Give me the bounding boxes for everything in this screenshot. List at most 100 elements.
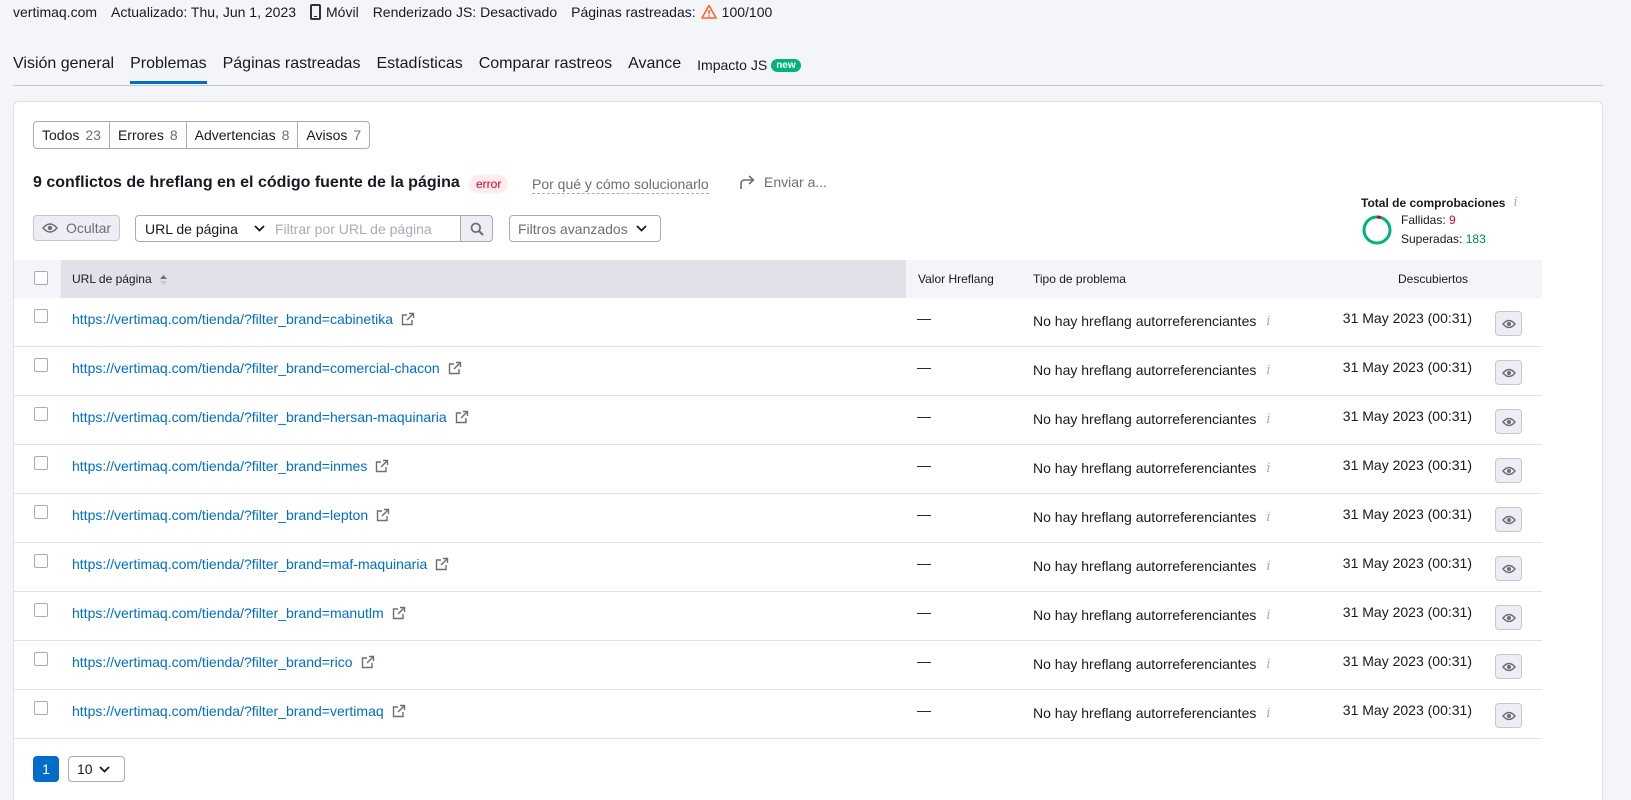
hide-label: Ocultar — [65, 220, 112, 236]
problem-type: No hay hreflang autorreferenciantes i — [1033, 411, 1271, 427]
segment-count: 7 — [353, 127, 362, 143]
hreflang-value: — — [917, 408, 931, 424]
crawled-pages-label: Páginas rastreadas: — [571, 4, 696, 20]
per-page-select[interactable]: 10 — [68, 756, 125, 782]
view-details-button[interactable] — [1495, 507, 1522, 532]
external-link-icon[interactable] — [376, 508, 390, 522]
hreflang-value: — — [917, 359, 931, 375]
discovered-date: 31 May 2023 (00:31) — [1342, 408, 1472, 424]
hreflang-value: — — [917, 653, 931, 669]
row-checkbox[interactable] — [34, 701, 48, 715]
url-filter-input[interactable] — [267, 215, 461, 242]
advanced-filters-label: Filtros avanzados — [518, 220, 628, 237]
view-details-button[interactable] — [1495, 360, 1522, 385]
view-details-button[interactable] — [1495, 556, 1522, 581]
hreflang-value: — — [917, 702, 931, 718]
view-details-button[interactable] — [1495, 654, 1522, 679]
view-details-button[interactable] — [1495, 703, 1522, 728]
column-discovered[interactable]: Descubiertos — [1398, 272, 1468, 286]
search-button[interactable] — [460, 215, 493, 242]
external-link-icon[interactable] — [455, 410, 469, 424]
table-row: https://vertimaq.com/tienda/?filter_bran… — [14, 543, 1542, 592]
page-url-link[interactable]: https://vertimaq.com/tienda/?filter_bran… — [72, 360, 440, 376]
url-cell: https://vertimaq.com/tienda/?filter_bran… — [72, 458, 389, 474]
view-details-button[interactable] — [1495, 409, 1522, 434]
external-link-icon[interactable] — [361, 655, 375, 669]
url-select-label: URL de página — [145, 220, 238, 237]
segment-errors[interactable]: Errores 8 — [110, 122, 187, 148]
segment-notices[interactable]: Avisos 7 — [298, 122, 369, 148]
external-link-icon[interactable] — [401, 312, 415, 326]
view-details-button[interactable] — [1495, 458, 1522, 483]
info-icon[interactable]: i — [1266, 608, 1270, 623]
info-icon[interactable]: i — [1266, 510, 1270, 525]
tab-compare-crawls[interactable]: Comparar rastreos — [479, 52, 612, 83]
url-cell: https://vertimaq.com/tienda/?filter_bran… — [72, 654, 375, 670]
info-icon[interactable]: i — [1266, 412, 1270, 427]
column-url[interactable]: URL de página — [72, 272, 168, 286]
page-url-link[interactable]: https://vertimaq.com/tienda/?filter_bran… — [72, 507, 368, 523]
page-url-link[interactable]: https://vertimaq.com/tienda/?filter_bran… — [72, 311, 393, 327]
info-icon[interactable]: i — [1266, 559, 1270, 574]
column-problem-type[interactable]: Tipo de problema — [1033, 272, 1126, 286]
page-url-link[interactable]: https://vertimaq.com/tienda/?filter_bran… — [72, 605, 384, 621]
segment-label: Todos — [42, 127, 80, 143]
external-link-icon[interactable] — [392, 606, 406, 620]
why-how-fix-link[interactable]: Por qué y cómo solucionarlo — [532, 176, 709, 194]
row-checkbox[interactable] — [34, 554, 48, 568]
row-checkbox[interactable] — [34, 456, 48, 470]
external-link-icon[interactable] — [448, 361, 462, 375]
hide-button[interactable]: Ocultar — [33, 215, 120, 241]
row-checkbox[interactable] — [34, 603, 48, 617]
row-checkbox[interactable] — [34, 407, 48, 421]
page-url-link[interactable]: https://vertimaq.com/tienda/?filter_bran… — [72, 703, 384, 719]
table-row: https://vertimaq.com/tienda/?filter_bran… — [14, 592, 1542, 641]
table-row: https://vertimaq.com/tienda/?filter_bran… — [14, 641, 1542, 690]
tab-crawled-pages[interactable]: Páginas rastreadas — [223, 52, 361, 83]
segment-label: Errores — [117, 127, 164, 143]
info-icon[interactable]: i — [1266, 461, 1270, 476]
problem-label: No hay hreflang autorreferenciantes — [1033, 411, 1257, 427]
advanced-filters-dropdown[interactable]: Filtros avanzados — [509, 215, 661, 242]
page-url-link[interactable]: https://vertimaq.com/tienda/?filter_bran… — [72, 458, 367, 474]
external-link-icon[interactable] — [392, 704, 406, 718]
info-icon[interactable]: i — [1266, 657, 1270, 672]
discovered-date: 31 May 2023 (00:31) — [1342, 653, 1472, 669]
row-checkbox[interactable] — [34, 505, 48, 519]
info-icon[interactable]: i — [1266, 314, 1270, 329]
info-icon[interactable]: i — [1266, 363, 1270, 378]
device-info: Móvil — [310, 4, 359, 20]
eye-icon — [1501, 417, 1516, 426]
column-hreflang[interactable]: Valor Hreflang — [918, 272, 994, 286]
url-cell: https://vertimaq.com/tienda/?filter_bran… — [72, 409, 469, 425]
tab-statistics[interactable]: Estadísticas — [376, 52, 462, 83]
view-details-button[interactable] — [1495, 311, 1522, 336]
problem-label: No hay hreflang autorreferenciantes — [1033, 362, 1257, 378]
page-1-button[interactable]: 1 — [33, 756, 59, 782]
select-all-checkbox[interactable] — [34, 271, 48, 285]
failed-checks: Fallidas: 9 — [1401, 213, 1456, 227]
external-link-icon[interactable] — [435, 557, 449, 571]
tab-overview[interactable]: Visión general — [13, 52, 114, 83]
row-checkbox[interactable] — [34, 309, 48, 323]
total-checks-title: Total de comprobaciones i — [1361, 195, 1536, 210]
tab-progress[interactable]: Avance — [628, 52, 681, 83]
segment-all[interactable]: Todos 23 — [34, 122, 110, 148]
row-checkbox[interactable] — [34, 358, 48, 372]
page-url-link[interactable]: https://vertimaq.com/tienda/?filter_bran… — [72, 556, 427, 572]
page-url-link[interactable]: https://vertimaq.com/tienda/?filter_bran… — [72, 654, 353, 670]
info-icon[interactable]: i — [1266, 706, 1270, 721]
segment-warnings[interactable]: Advertencias 8 — [187, 122, 299, 148]
problem-type: No hay hreflang autorreferenciantes i — [1033, 607, 1271, 623]
tab-issues[interactable]: Problemas — [130, 52, 208, 84]
view-details-button[interactable] — [1495, 605, 1522, 630]
send-to-button[interactable]: Enviar a... — [739, 174, 827, 190]
url-column-select[interactable]: URL de página — [135, 215, 268, 242]
page-url-link[interactable]: https://vertimaq.com/tienda/?filter_bran… — [72, 409, 447, 425]
row-checkbox[interactable] — [34, 652, 48, 666]
external-link-icon[interactable] — [375, 459, 389, 473]
problem-type: No hay hreflang autorreferenciantes i — [1033, 509, 1271, 525]
tab-js-impact[interactable]: Impacto JS new — [697, 52, 801, 83]
crawled-pages: Páginas rastreadas: 100/100 — [571, 4, 772, 20]
info-icon[interactable]: i — [1513, 195, 1517, 210]
